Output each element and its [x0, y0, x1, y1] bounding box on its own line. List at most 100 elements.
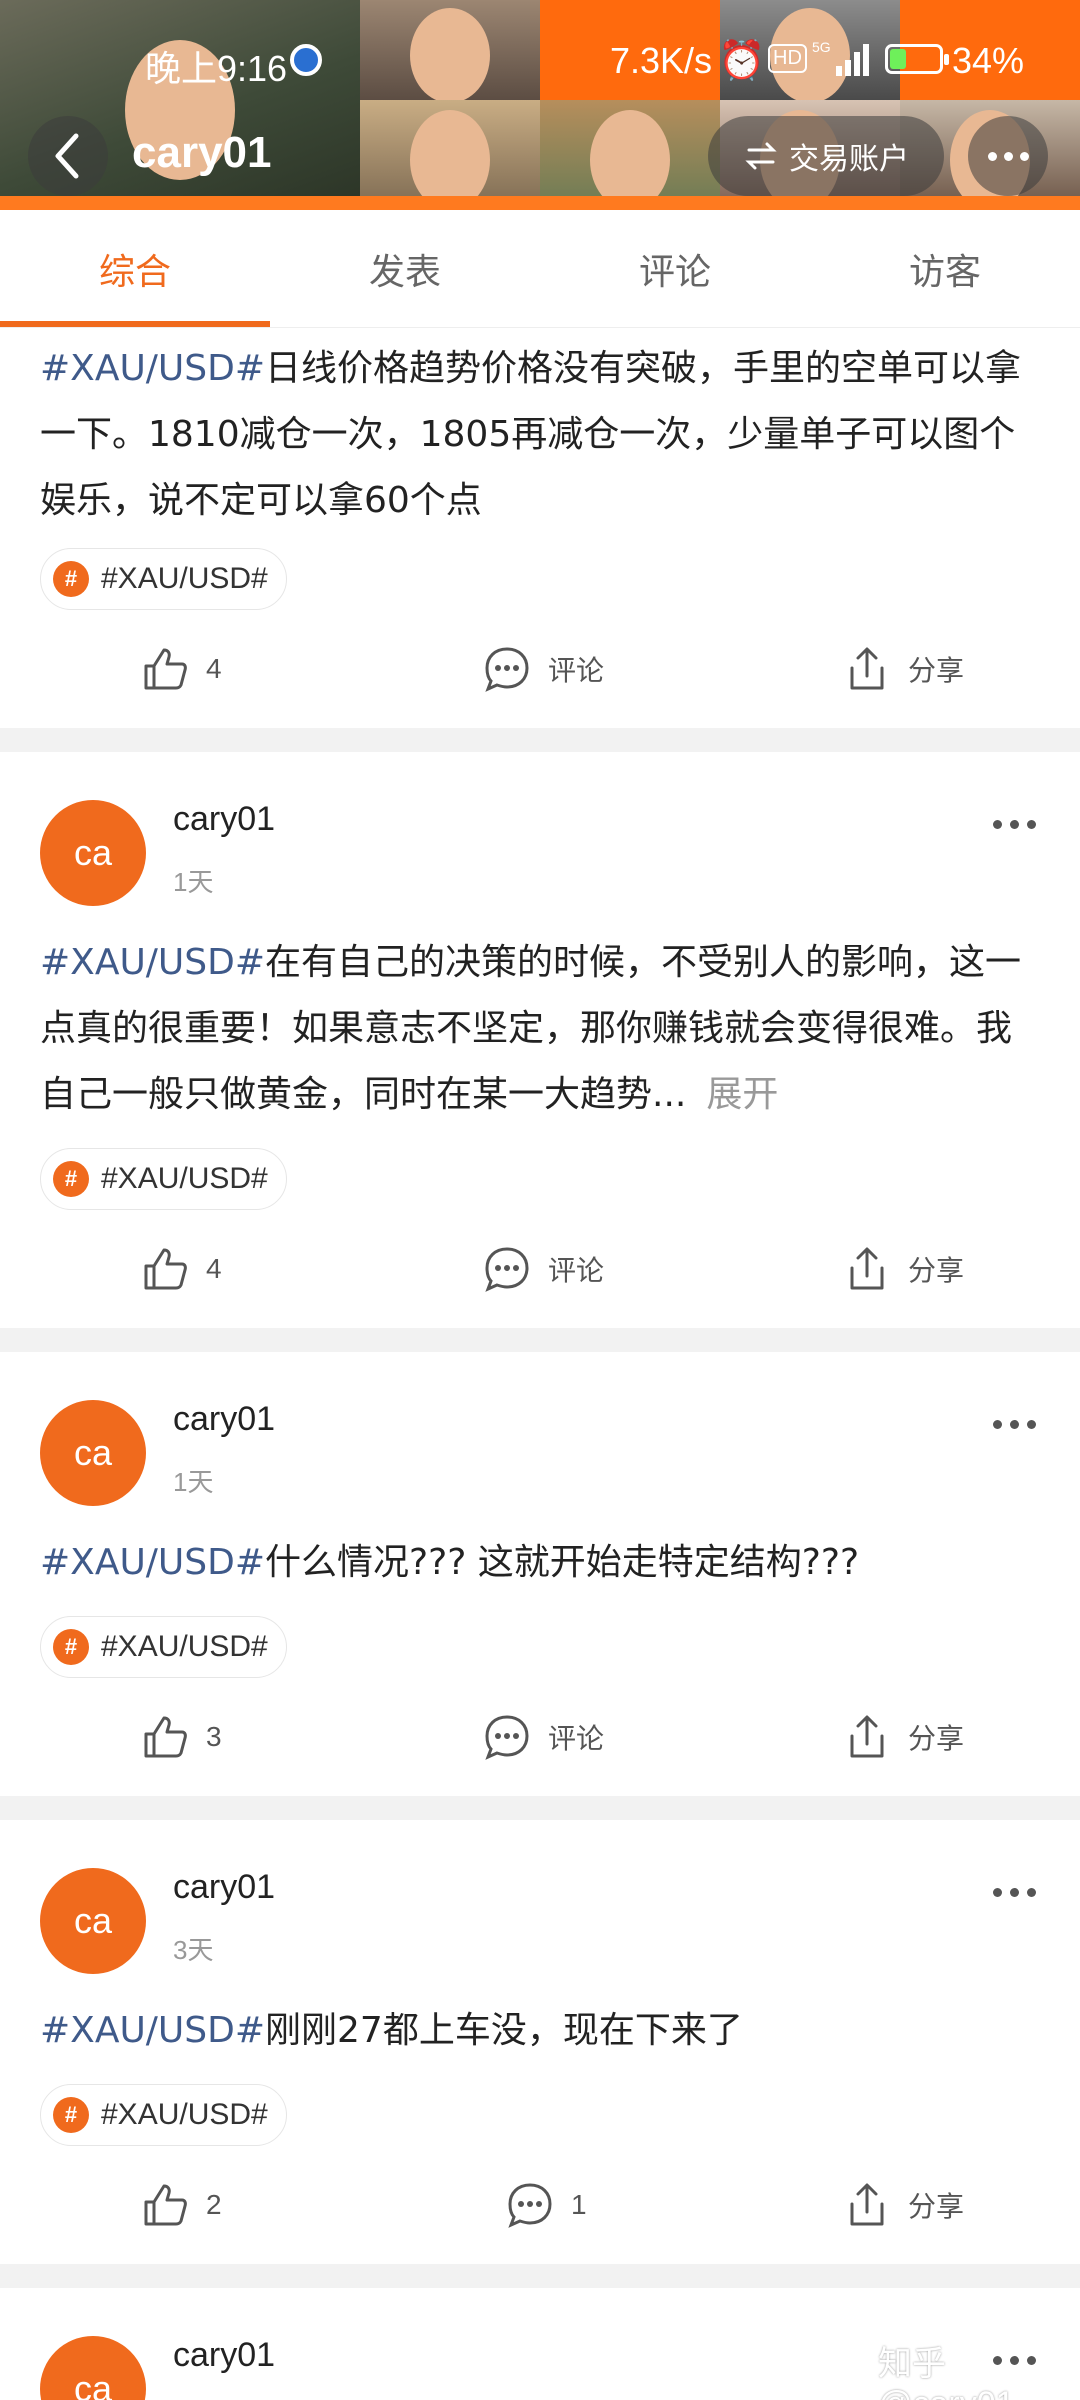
share-label: 分享	[908, 1723, 965, 1754]
like-button[interactable]: 3	[140, 1712, 222, 1762]
topic-tag[interactable]: # #XAU/USD#	[40, 548, 287, 610]
post-body: #XAU/USD#日线价格趋势价格没有突破，手里的空单可以拿一下。1810减仓一…	[40, 336, 1040, 534]
like-button[interactable]: 4	[140, 1244, 222, 1294]
comment-button[interactable]: 评论	[482, 1712, 604, 1762]
avatar[interactable]: ca	[40, 1400, 146, 1506]
post-body: #XAU/USD#什么情况??? 这就开始走特定结构???	[40, 1530, 1040, 1596]
comment-button[interactable]: 评论	[482, 1244, 604, 1294]
notification-icon	[290, 44, 322, 76]
like-button[interactable]: 4	[140, 644, 222, 694]
share-button[interactable]: 分享	[842, 1244, 964, 1294]
post-text: 什么情况??? 这就开始走特定结构???	[265, 1542, 860, 1583]
comment-icon	[485, 1247, 529, 1292]
thumbs-up-icon	[144, 1248, 187, 1290]
header-photo	[360, 100, 540, 210]
like-count: 2	[206, 2189, 222, 2220]
battery-fill	[890, 49, 906, 69]
post-card: ca cary01 3天 #XAU/USD#刚刚27都上车没，现在下来了 # #X…	[0, 1820, 1080, 2264]
post-hashtag-link[interactable]: #XAU/USD#	[40, 942, 265, 983]
post-more-button[interactable]	[984, 804, 1044, 844]
alarm-icon: ⏰	[718, 38, 766, 82]
header-photo	[540, 100, 720, 210]
post-author[interactable]: cary01	[173, 800, 275, 839]
avatar[interactable]: ca	[40, 800, 146, 906]
like-count: 4	[206, 653, 222, 684]
post-time: 3天	[173, 1935, 214, 1965]
comment-count: 评论	[548, 655, 605, 686]
share-icon	[850, 647, 884, 690]
post-body: #XAU/USD#在有自己的决策的时候，不受别人的影响，这一点真的很重要！如果意…	[40, 930, 1040, 1128]
post-card: ca cary01 1天 #XAU/USD#什么情况??? 这就开始走特定结构?…	[0, 1352, 1080, 1796]
thumbs-up-icon	[144, 648, 187, 690]
hashtag-icon: #	[53, 1629, 89, 1665]
post-card: ca cary01 1天 #XAU/USD#在有自己的决策的时候，不受别人的影响…	[0, 752, 1080, 1328]
header-strip	[0, 196, 1080, 210]
topic-tag[interactable]: # #XAU/USD#	[40, 1616, 287, 1678]
share-label: 分享	[908, 655, 965, 686]
thumbs-up-icon	[144, 2184, 187, 2226]
share-button[interactable]: 分享	[842, 644, 964, 694]
tab-visitors[interactable]: 访客	[810, 210, 1080, 328]
comment-button[interactable]: 评论	[482, 644, 604, 694]
battery-percent: 34%	[952, 40, 1025, 81]
comment-count: 评论	[548, 1255, 605, 1286]
tab-comments[interactable]: 评论	[540, 210, 810, 328]
swap-icon	[745, 142, 777, 170]
post-hashtag-link[interactable]: #XAU/USD#	[40, 348, 265, 389]
comment-count: 评论	[548, 1723, 605, 1754]
comment-button[interactable]: 1	[505, 2180, 587, 2230]
trade-account-button[interactable]: 交易账户	[708, 116, 944, 196]
post-time: 1天	[173, 1467, 214, 1497]
comment-icon	[485, 1715, 529, 1760]
tab-indicator	[0, 321, 270, 327]
status-time: 晚上9:16	[145, 48, 288, 89]
network-speed: 7.3K/s	[610, 40, 713, 81]
status-bar: 晚上9:16 7.3K/s ⏰ HD 5G 34%	[0, 30, 1080, 90]
post-more-button[interactable]	[984, 1872, 1044, 1912]
topic-tag[interactable]: # #XAU/USD#	[40, 1148, 287, 1210]
post-hashtag-link[interactable]: #XAU/USD#	[40, 1542, 265, 1583]
hashtag-icon: #	[53, 2097, 89, 2133]
watermark: 知乎 @cary01	[878, 2345, 1015, 2400]
like-count: 4	[206, 1253, 222, 1284]
more-menu-button[interactable]	[968, 116, 1048, 196]
page-title: cary01	[132, 128, 272, 177]
share-icon	[850, 1247, 884, 1290]
post-time: 1天	[173, 867, 214, 897]
post-hashtag-link[interactable]: #XAU/USD#	[40, 2010, 265, 2051]
avatar[interactable]: ca	[40, 2336, 146, 2400]
post-card: #XAU/USD#日线价格趋势价格没有突破，手里的空单可以拿一下。1810减仓一…	[0, 328, 1080, 728]
profile-header: 晚上9:16 7.3K/s ⏰ HD 5G 34% cary01 交易账户	[0, 0, 1080, 210]
post-text: 刚刚27都上车没，现在下来了	[265, 2010, 743, 2051]
post-author[interactable]: cary01	[173, 1400, 275, 1439]
signal-icon: 5G	[812, 39, 869, 76]
share-button[interactable]: 分享	[842, 1712, 964, 1762]
like-count: 3	[206, 1721, 222, 1752]
share-label: 分享	[908, 2191, 965, 2222]
share-icon	[850, 2183, 884, 2226]
battery-icon	[885, 44, 949, 74]
profile-tabs: 综合 发表 评论 访客	[0, 210, 1080, 328]
comment-count: 1	[571, 2189, 587, 2220]
post-body: #XAU/USD#刚刚27都上车没，现在下来了	[40, 1998, 1040, 2064]
share-button[interactable]: 分享	[842, 2180, 964, 2230]
signal-label: 5G	[812, 39, 831, 55]
comment-icon	[485, 647, 529, 692]
tab-overview[interactable]: 综合	[0, 210, 270, 328]
hashtag-icon: #	[53, 1161, 89, 1197]
chevron-left-icon	[55, 133, 79, 179]
back-button[interactable]	[28, 116, 108, 196]
share-label: 分享	[908, 1255, 965, 1286]
expand-link[interactable]: 展开	[706, 1074, 778, 1115]
tab-posts[interactable]: 发表	[270, 210, 540, 328]
post-more-button[interactable]	[984, 1404, 1044, 1444]
post-author[interactable]: cary01	[173, 2336, 275, 2375]
post-author[interactable]: cary01	[173, 1868, 275, 1907]
thumbs-up-icon	[144, 1716, 187, 1758]
like-button[interactable]: 2	[140, 2180, 222, 2230]
avatar[interactable]: ca	[40, 1868, 146, 1974]
hd-icon: HD	[768, 44, 807, 73]
topic-tag[interactable]: # #XAU/USD#	[40, 2084, 287, 2146]
share-icon	[850, 1715, 884, 1758]
hashtag-icon: #	[53, 561, 89, 597]
